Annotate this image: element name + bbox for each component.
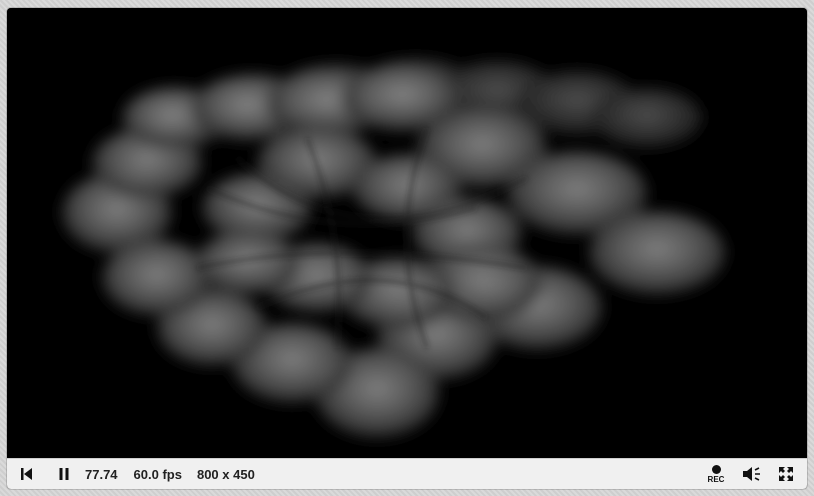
fps-counter: 60.0 fps	[133, 466, 182, 482]
rendered-shader-image	[62, 58, 725, 438]
render-canvas[interactable]	[7, 8, 807, 458]
elapsed-time: 77.74	[85, 466, 118, 482]
volume-button[interactable]	[739, 461, 765, 487]
player-controls-bar: 77.74 60.0 fps 800 x 450 REC	[7, 458, 807, 489]
record-icon	[711, 464, 721, 474]
record-button[interactable]: REC	[701, 460, 731, 488]
shader-lobe	[102, 240, 212, 316]
resolution-label: 800 x 450	[196, 466, 255, 482]
skip-to-start-icon	[21, 468, 32, 480]
fullscreen-icon	[779, 467, 793, 481]
shader-lobe	[195, 231, 299, 295]
pause-icon	[59, 468, 69, 480]
shader-lobe	[589, 211, 725, 295]
pause-button[interactable]	[51, 461, 77, 487]
record-label: REC	[707, 474, 725, 484]
rewind-button[interactable]	[13, 461, 39, 487]
volume-icon	[743, 467, 760, 481]
shader-player: 77.74 60.0 fps 800 x 450 REC	[7, 8, 807, 489]
shader-lobe	[592, 88, 702, 148]
fullscreen-button[interactable]	[773, 461, 799, 487]
